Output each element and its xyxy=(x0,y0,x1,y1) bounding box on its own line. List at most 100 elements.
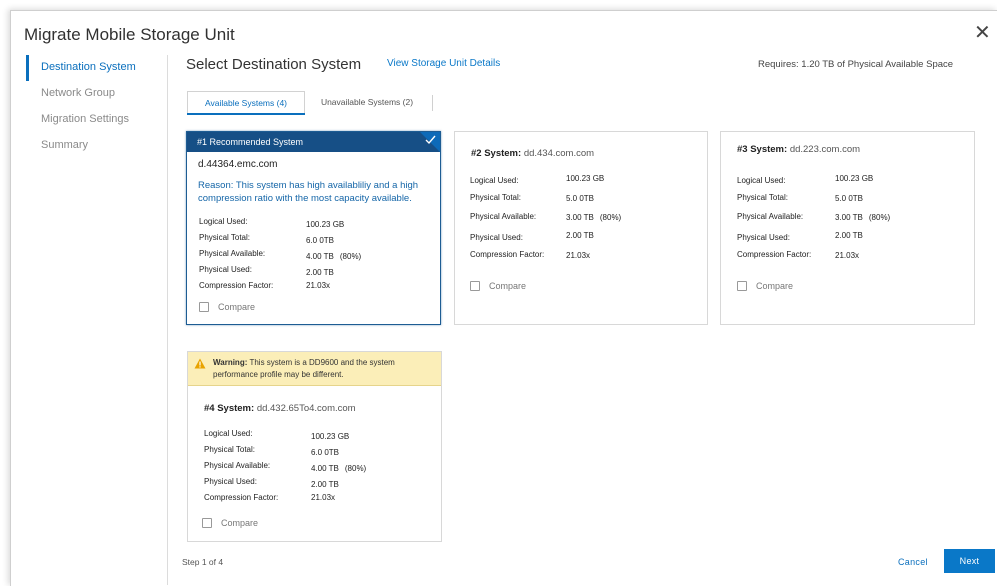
stat-label: Compression Factor: xyxy=(204,493,279,502)
stat-label: Physical Total: xyxy=(199,233,250,242)
warning-icon xyxy=(194,358,206,369)
stat-value: 2.00 TB xyxy=(311,480,339,489)
system-card-1[interactable]: #1 Recommended System d.44364.emc.com Re… xyxy=(186,131,441,325)
stat-compression-factor: Compression Factor: 21.03x xyxy=(199,281,429,297)
dialog-title: Migrate Mobile Storage Unit xyxy=(24,25,235,44)
stat-physical-available: Physical Available: 3.00 TB (80%) xyxy=(737,212,967,231)
cancel-button[interactable]: Cancel xyxy=(898,557,928,567)
system-stats: Logical Used: 100.23 GB Physical Total: … xyxy=(737,174,967,269)
stat-value-amount: 3.00 TB xyxy=(566,213,594,222)
stat-label: Physical Used: xyxy=(737,233,790,242)
stat-label: Physical Total: xyxy=(204,445,255,454)
stat-value: 6.0 0TB xyxy=(306,236,335,245)
system-card-4[interactable]: Warning: This system is a DD9600 and the… xyxy=(187,351,442,542)
page-title: Select Destination System xyxy=(186,56,362,73)
tab-unavailable-systems[interactable]: Unavailable Systems (2) xyxy=(311,91,423,114)
stat-compression-factor: Compression Factor: 21.03x xyxy=(204,493,434,509)
stat-logical-used: Logical Used: 100.23 GB xyxy=(470,174,700,193)
stat-physical-available: Physical Available: 3.00 TB (80%) xyxy=(470,212,700,231)
stat-label: Physical Used: xyxy=(204,477,257,486)
system-host: dd.434.com.com xyxy=(523,148,595,159)
stat-value-percent: (80%) xyxy=(599,213,622,222)
checkbox-box[interactable] xyxy=(470,281,480,291)
stat-physical-used: Physical Used: 2.00 TB xyxy=(199,265,429,281)
system-number: #3 System: xyxy=(737,144,788,155)
stat-value: 2.00 TB xyxy=(835,231,863,240)
system-card-2[interactable]: #2 System: dd.434.com.com Logical Used: … xyxy=(454,131,708,325)
compare-checkbox[interactable]: Compare xyxy=(737,281,793,291)
recommended-banner: #1 Recommended System xyxy=(187,132,440,152)
requires-space-text: Requires: 1.20 TB of Physical Available … xyxy=(758,59,954,70)
nav-item-destination-system[interactable]: Destination System xyxy=(26,55,166,81)
stat-value: 21.03x xyxy=(835,251,860,260)
stat-label: Physical Available: xyxy=(737,212,804,221)
stat-label: Logical Used: xyxy=(199,217,248,226)
stat-physical-total: Physical Total: 6.0 0TB xyxy=(199,233,429,249)
compare-label: Compare xyxy=(218,302,256,312)
view-storage-unit-details-link[interactable]: View Storage Unit Details xyxy=(387,58,500,69)
wizard-nav: Destination System Network Group Migrati… xyxy=(26,55,166,159)
stat-label: Physical Total: xyxy=(470,193,521,202)
stat-label: Physical Available: xyxy=(470,212,537,221)
stat-compression-factor: Compression Factor: 21.03x xyxy=(470,250,700,269)
stat-label: Compression Factor: xyxy=(199,281,274,290)
system-stats: Logical Used: 100.23 GB Physical Total: … xyxy=(204,429,434,509)
nav-divider xyxy=(167,55,168,585)
nav-item-network-group[interactable]: Network Group xyxy=(26,81,166,107)
compare-checkbox[interactable]: Compare xyxy=(199,302,255,312)
system-title: #3 System: dd.223.com.com xyxy=(737,144,860,155)
system-number: #4 System: xyxy=(204,403,255,414)
stat-value: 5.0 0TB xyxy=(566,194,595,203)
nav-item-migration-settings[interactable]: Migration Settings xyxy=(26,107,166,133)
close-icon[interactable]: ✕ xyxy=(974,23,991,43)
nav-item-summary[interactable]: Summary xyxy=(26,133,166,159)
stat-logical-used: Logical Used: 100.23 GB xyxy=(204,429,434,445)
warning-banner: Warning: This system is a DD9600 and the… xyxy=(188,352,441,386)
system-title: #2 System: dd.434.com.com xyxy=(471,148,594,159)
stat-value-percent: (80%) xyxy=(868,213,891,222)
stat-value: 21.03x xyxy=(306,281,331,290)
stat-physical-available: Physical Available: 4.00 TB (80%) xyxy=(199,249,429,265)
compare-checkbox[interactable]: Compare xyxy=(202,518,258,528)
stat-value: 5.0 0TB xyxy=(835,194,864,203)
system-host: dd.223.com.com xyxy=(789,144,861,155)
system-host: dd.432.65To4.com.com xyxy=(256,403,356,414)
stat-label: Logical Used: xyxy=(204,429,253,438)
system-title: #4 System: dd.432.65To4.com.com xyxy=(204,403,356,414)
stat-value: 3.00 TB (80%) xyxy=(566,213,621,222)
stat-value: 2.00 TB xyxy=(566,231,594,240)
stat-label: Logical Used: xyxy=(470,176,519,185)
tab-available-systems[interactable]: Available Systems (4) xyxy=(187,91,305,115)
stat-value: 4.00 TB (80%) xyxy=(311,464,366,473)
stat-value-percent: (80%) xyxy=(339,252,362,261)
stat-physical-total: Physical Total: 6.0 0TB xyxy=(204,445,434,461)
compare-checkbox[interactable]: Compare xyxy=(470,281,526,291)
stat-physical-used: Physical Used: 2.00 TB xyxy=(470,231,700,250)
checkbox-box[interactable] xyxy=(737,281,747,291)
stat-physical-total: Physical Total: 5.0 0TB xyxy=(737,193,967,212)
stat-label: Physical Used: xyxy=(199,265,252,274)
stat-label: Logical Used: xyxy=(737,176,786,185)
compare-label: Compare xyxy=(221,518,259,528)
system-stats: Logical Used: 100.23 GB Physical Total: … xyxy=(470,174,700,269)
checkbox-box[interactable] xyxy=(202,518,212,528)
stat-value-percent: (80%) xyxy=(344,464,367,473)
selected-check-icon xyxy=(420,132,440,152)
next-button[interactable]: Next xyxy=(944,549,995,573)
stat-value: 4.00 TB (80%) xyxy=(306,252,361,261)
system-host: d.44364.emc.com xyxy=(198,159,278,170)
stat-logical-used: Logical Used: 100.23 GB xyxy=(737,174,967,193)
checkbox-box[interactable] xyxy=(199,302,209,312)
stat-physical-available: Physical Available: 4.00 TB (80%) xyxy=(204,461,434,477)
stat-value: 100.23 GB xyxy=(835,174,874,183)
stat-value: 100.23 GB xyxy=(311,432,350,441)
stat-label: Physical Used: xyxy=(470,233,523,242)
stat-value: 2.00 TB xyxy=(306,268,334,277)
stat-label: Physical Total: xyxy=(737,193,788,202)
stat-label: Physical Available: xyxy=(199,249,266,258)
stat-value-amount: 3.00 TB xyxy=(835,213,863,222)
step-indicator: Step 1 of 4 xyxy=(182,557,224,567)
system-card-3[interactable]: #3 System: dd.223.com.com Logical Used: … xyxy=(720,131,975,325)
stat-value: 21.03x xyxy=(566,251,591,260)
stat-value: 6.0 0TB xyxy=(311,448,340,457)
